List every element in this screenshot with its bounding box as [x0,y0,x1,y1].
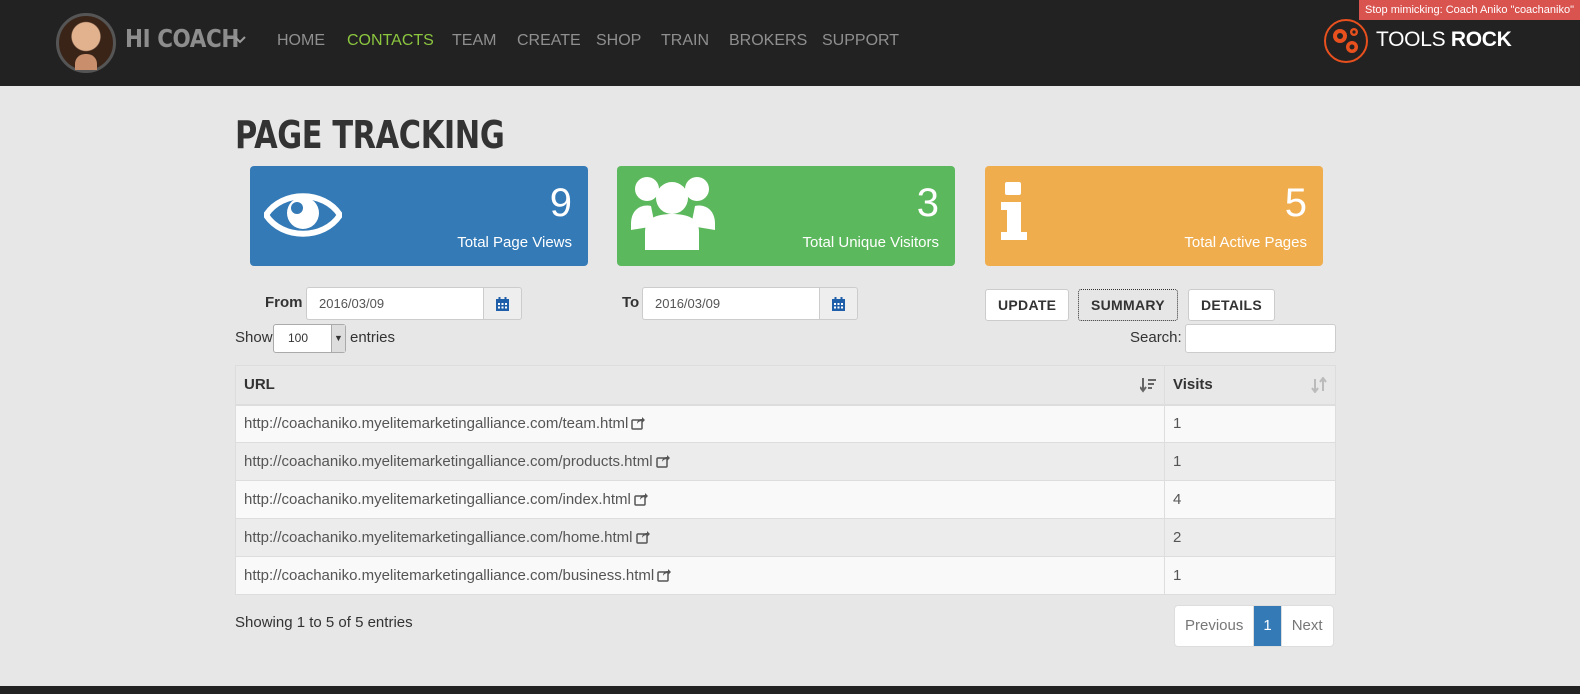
visits-cell: 1 [1164,442,1336,481]
nav-team[interactable]: TEAM [452,32,496,50]
url-cell: http://coachaniko.myelitemarketingallian… [235,442,1165,481]
brand-name[interactable]: HI COACH [125,24,239,53]
visits-cell: 1 [1164,404,1336,443]
gears-logo-icon [1324,19,1368,63]
entries-label: entries [350,329,396,346]
page-views-label: Total Page Views [457,234,572,251]
user-avatar[interactable] [56,13,116,73]
visits-cell: 4 [1164,480,1336,519]
to-label: To [622,294,640,311]
table-row: http://coachaniko.myelitemarketingallian… [235,480,1336,519]
unique-visitors-label: Total Unique Visitors [802,234,939,251]
from-date-input[interactable]: 2016/03/09 [306,287,483,320]
previous-page-button[interactable]: Previous [1175,606,1253,646]
to-date-input[interactable]: 2016/03/09 [642,287,819,320]
footer-bar [0,686,1580,694]
column-header-visits[interactable]: Visits [1164,365,1336,406]
entries-length-value: 100 [288,331,309,345]
nav-contacts[interactable]: CONTACTS [347,32,434,50]
table-row: http://coachaniko.myelitemarketingallian… [235,442,1336,481]
nav-brokers[interactable]: BROKERS [729,32,807,50]
url-cell: http://coachaniko.myelitemarketingallian… [235,404,1165,443]
url-cell: http://coachaniko.myelitemarketingallian… [235,556,1165,595]
tools-rock-logo[interactable]: TOOLS ROCK [1376,28,1512,52]
external-link-icon[interactable] [631,417,646,430]
table-info: Showing 1 to 5 of 5 entries [235,614,413,631]
unique-visitors-value: 3 [916,181,939,225]
table-row: http://coachaniko.myelitemarketingallian… [235,556,1336,595]
url-cell: http://coachaniko.myelitemarketingallian… [235,518,1165,557]
users-icon [631,177,715,250]
table-header-row: URL Visits [235,365,1336,406]
active-pages-card: 5 Total Active Pages [985,166,1323,266]
url-link[interactable]: http://coachaniko.myelitemarketingallian… [244,529,633,546]
unique-visitors-card: 3 Total Unique Visitors [617,166,955,266]
show-label: Show [235,329,273,346]
url-link[interactable]: http://coachaniko.myelitemarketingallian… [244,567,654,584]
url-link[interactable]: http://coachaniko.myelitemarketingallian… [244,491,631,508]
url-link[interactable]: http://coachaniko.myelitemarketingallian… [244,415,628,432]
sort-both-icon[interactable] [1311,377,1327,393]
details-button[interactable]: DETAILS [1188,289,1275,321]
search-input[interactable] [1185,324,1336,353]
pagination: Previous 1 Next [1174,605,1334,647]
active-pages-label: Total Active Pages [1184,234,1307,251]
eye-icon [264,193,342,237]
caret-down-icon[interactable]: ▼ [331,325,345,352]
column-label-url: URL [244,376,275,394]
visits-cell: 2 [1164,518,1336,557]
update-button[interactable]: UPDATE [985,289,1070,321]
logo-text-light: TOOLS [1376,28,1451,51]
chevron-down-icon[interactable] [234,32,246,48]
calendar-icon[interactable] [819,287,858,320]
nav-shop[interactable]: SHOP [596,32,641,50]
external-link-icon[interactable] [657,569,672,582]
page-tracking-table: URL Visits http://coachaniko.myelitemark… [235,365,1336,595]
nav-support[interactable]: SUPPORT [822,32,899,50]
external-link-icon[interactable] [655,455,670,468]
calendar-icon[interactable] [483,287,522,320]
sort-desc-icon[interactable] [1140,377,1156,393]
next-page-button[interactable]: Next [1280,606,1333,646]
info-icon [1001,182,1027,240]
column-label-visits: Visits [1173,376,1213,394]
nav-train[interactable]: TRAIN [661,32,709,50]
page-title: PAGE TRACKING [235,113,505,157]
search-label: Search: [1130,329,1182,346]
page-1-button[interactable]: 1 [1253,606,1281,646]
active-pages-value: 5 [1284,181,1307,225]
page-views-card: 9 Total Page Views [250,166,588,266]
url-cell: http://coachaniko.myelitemarketingallian… [235,480,1165,519]
external-link-icon[interactable] [635,531,650,544]
table-row: http://coachaniko.myelitemarketingallian… [235,518,1336,557]
url-link[interactable]: http://coachaniko.myelitemarketingallian… [244,453,653,470]
table-row: http://coachaniko.myelitemarketingallian… [235,404,1336,443]
nav-create[interactable]: CREATE [517,32,581,50]
visits-cell: 1 [1164,556,1336,595]
logo-text-bold: ROCK [1450,28,1512,51]
stop-mimicking-link[interactable]: Stop mimicking: Coach Aniko "coachaniko" [1359,0,1580,20]
summary-button[interactable]: SUMMARY [1078,289,1178,321]
nav-home[interactable]: HOME [277,32,325,50]
to-date-group: 2016/03/09 [642,287,858,320]
top-navbar: HI COACH HOME CONTACTS TEAM CREATE SHOP … [0,0,1580,86]
external-link-icon[interactable] [634,493,648,506]
from-label: From [265,294,303,311]
page-views-value: 9 [549,181,572,225]
entries-length-select[interactable]: 100 ▼ [273,324,346,353]
from-date-group: 2016/03/09 [306,287,522,320]
column-header-url[interactable]: URL [235,365,1165,406]
